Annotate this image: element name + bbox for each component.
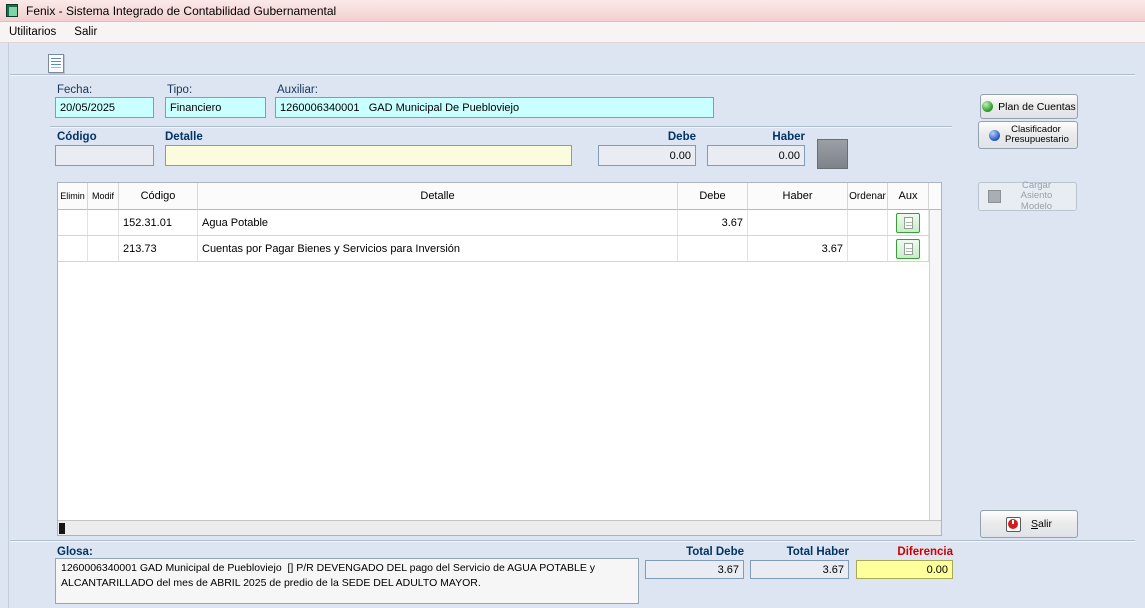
new-entry-button[interactable] bbox=[44, 50, 68, 76]
separator-footer bbox=[10, 540, 1135, 542]
entries-grid: Elimin Modif Código Detalle Debe Haber O… bbox=[57, 182, 942, 536]
cell-codigo: 152.31.01 bbox=[119, 210, 198, 235]
haber-label: Haber bbox=[707, 131, 805, 143]
table-row[interactable]: 152.31.01 Agua Potable 3.67 bbox=[58, 210, 941, 236]
header-aux[interactable]: Aux bbox=[888, 183, 929, 210]
document-icon bbox=[904, 217, 913, 229]
clasificador-label: Clasificador Presupuestario bbox=[1005, 125, 1067, 146]
diferencia-field: 0.00 bbox=[856, 560, 953, 579]
haber-field[interactable]: 0.00 bbox=[707, 145, 805, 166]
header-codigo[interactable]: Código bbox=[119, 183, 198, 210]
total-haber-value: 3.67 bbox=[823, 564, 844, 576]
codigo-field[interactable] bbox=[55, 145, 154, 166]
cell-haber: 3.67 bbox=[748, 236, 848, 261]
cell-haber bbox=[748, 210, 848, 235]
cell-detalle: Agua Potable bbox=[198, 210, 678, 235]
auxiliar-field[interactable]: 1260006340001 GAD Municipal De Pueblovie… bbox=[275, 97, 714, 118]
debe-label: Debe bbox=[598, 131, 696, 143]
header-debe[interactable]: Debe bbox=[678, 183, 748, 210]
header-modif[interactable]: Modif bbox=[88, 183, 119, 210]
codigo-label: Código bbox=[57, 131, 97, 143]
cell-elimin[interactable] bbox=[58, 210, 88, 235]
separator-form bbox=[50, 126, 952, 128]
table-row[interactable]: 213.73 Cuentas por Pagar Bienes y Servic… bbox=[58, 236, 941, 262]
document-icon bbox=[904, 243, 913, 255]
diferencia-value: 0.00 bbox=[927, 564, 948, 576]
grid-horizontal-scrollbar[interactable] bbox=[58, 520, 941, 535]
title-bar: Fenix - Sistema Integrado de Contabilida… bbox=[0, 0, 1145, 22]
diferencia-label: Diferencia bbox=[856, 546, 953, 558]
fecha-value: 20/05/2025 bbox=[60, 102, 115, 114]
detalle-label: Detalle bbox=[165, 131, 203, 143]
auxiliar-value: 1260006340001 GAD Municipal De Pueblovie… bbox=[280, 102, 519, 114]
cell-modif[interactable] bbox=[88, 210, 119, 235]
auxiliar-label: Auxiliar: bbox=[277, 84, 318, 96]
header-ordenar[interactable]: Ordenar bbox=[848, 183, 888, 210]
header-detalle[interactable]: Detalle bbox=[198, 183, 678, 210]
aux-button[interactable] bbox=[896, 239, 920, 259]
blue-sphere-icon bbox=[989, 130, 1000, 141]
tipo-field[interactable]: Financiero bbox=[165, 97, 266, 118]
cell-ordenar[interactable] bbox=[848, 236, 888, 261]
total-debe-field: 3.67 bbox=[645, 560, 744, 579]
grid-header-row: Elimin Modif Código Detalle Debe Haber O… bbox=[58, 183, 941, 210]
cargar-asiento-label: Cargar Asiento Modelo bbox=[1006, 181, 1068, 212]
new-document-icon bbox=[48, 54, 64, 73]
cell-elimin[interactable] bbox=[58, 236, 88, 261]
fecha-field[interactable]: 20/05/2025 bbox=[55, 97, 154, 118]
debe-field[interactable]: 0.00 bbox=[598, 145, 696, 166]
total-debe-value: 3.67 bbox=[718, 564, 739, 576]
window-title: Fenix - Sistema Integrado de Contabilida… bbox=[26, 4, 336, 18]
header-filler bbox=[929, 183, 941, 210]
separator-top bbox=[10, 74, 1135, 76]
salir-label: Salir bbox=[1031, 518, 1052, 530]
haber-value: 0.00 bbox=[779, 150, 800, 162]
cell-aux bbox=[888, 236, 929, 261]
total-debe-label: Total Debe bbox=[645, 546, 744, 558]
detalle-field[interactable] bbox=[165, 145, 572, 166]
cell-codigo: 213.73 bbox=[119, 236, 198, 261]
tipo-label: Tipo: bbox=[167, 84, 192, 96]
scrollbar-thumb[interactable] bbox=[59, 523, 65, 534]
grid-vertical-scrollbar[interactable] bbox=[929, 210, 941, 520]
plan-de-cuentas-button[interactable]: Plan de Cuentas bbox=[980, 94, 1078, 119]
cell-detalle: Cuentas por Pagar Bienes y Servicios par… bbox=[198, 236, 678, 261]
app-window: Fenix - Sistema Integrado de Contabilida… bbox=[0, 0, 1145, 608]
salir-button[interactable]: Salir bbox=[980, 510, 1078, 538]
fecha-label: Fecha: bbox=[57, 84, 92, 96]
tipo-value: Financiero bbox=[170, 102, 221, 114]
cell-aux bbox=[888, 210, 929, 235]
total-haber-label: Total Haber bbox=[750, 546, 849, 558]
entry-action-button[interactable] bbox=[817, 139, 848, 169]
header-haber[interactable]: Haber bbox=[748, 183, 848, 210]
cell-debe: 3.67 bbox=[678, 210, 748, 235]
total-haber-field: 3.67 bbox=[750, 560, 849, 579]
cargar-asiento-modelo-button[interactable]: Cargar Asiento Modelo bbox=[978, 182, 1077, 211]
menu-item-utilitarios[interactable]: Utilitarios bbox=[0, 23, 65, 41]
glosa-field[interactable]: 1260006340001 GAD Municipal de Pueblovie… bbox=[55, 558, 639, 604]
debe-value: 0.00 bbox=[670, 150, 691, 162]
clasificador-presupuestario-button[interactable]: Clasificador Presupuestario bbox=[978, 121, 1078, 149]
cell-debe bbox=[678, 236, 748, 261]
cell-modif[interactable] bbox=[88, 236, 119, 261]
green-sphere-icon bbox=[982, 101, 993, 112]
gray-square-icon bbox=[988, 190, 1001, 203]
menu-item-salir[interactable]: Salir bbox=[65, 23, 106, 41]
header-elimin[interactable]: Elimin bbox=[58, 183, 88, 210]
plan-de-cuentas-label: Plan de Cuentas bbox=[998, 101, 1076, 113]
power-icon bbox=[1006, 517, 1021, 532]
left-panel-strip bbox=[0, 43, 9, 608]
menu-bar: Utilitarios Salir bbox=[0, 22, 1145, 43]
glosa-label: Glosa: bbox=[57, 546, 93, 558]
cell-ordenar[interactable] bbox=[848, 210, 888, 235]
aux-button[interactable] bbox=[896, 213, 920, 233]
app-icon bbox=[5, 3, 20, 18]
